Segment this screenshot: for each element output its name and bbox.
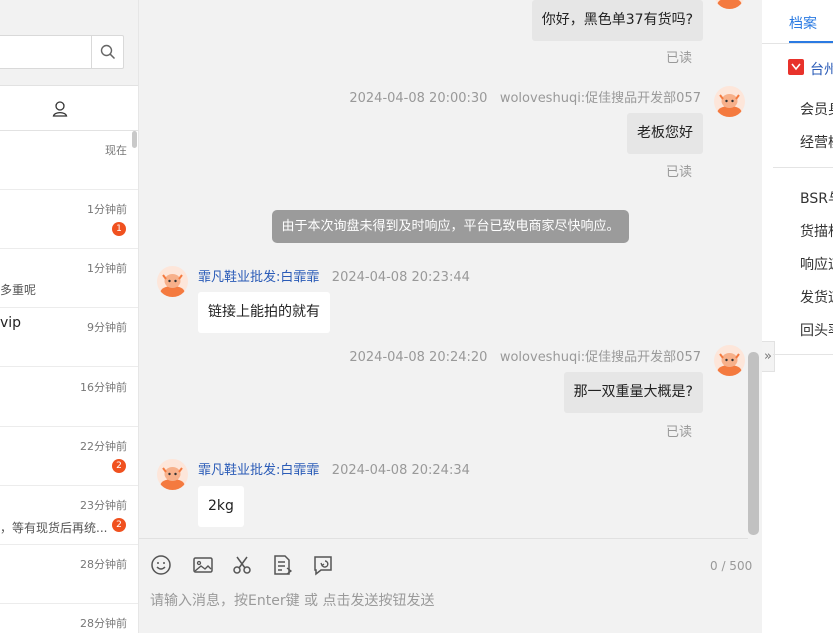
message-meta: 2024-04-08 20:00:30 woloveshuqi:促佳搜品开发部0… xyxy=(349,87,701,106)
avatar xyxy=(714,86,745,117)
conversation-search-area xyxy=(0,0,138,86)
avatar xyxy=(157,459,188,490)
collapse-panel-button[interactable]: » xyxy=(762,341,775,372)
unread-badge: 2 xyxy=(112,518,126,532)
message-time: 2024-04-08 20:24:20 xyxy=(349,350,488,365)
conversation-time: 22分钟前 xyxy=(80,440,127,453)
conversation-time: 现在 xyxy=(105,144,127,157)
search-input[interactable] xyxy=(0,36,91,68)
conversation-item[interactable]: 28分钟前 xyxy=(0,604,138,633)
message-bubble: 那一双重量大概是? xyxy=(563,372,703,413)
conversation-tabs xyxy=(0,86,138,131)
toolbar-divider xyxy=(139,538,748,539)
message-meta: 霏凡鞋业批发:白霏霏 2024-04-08 20:24:34 xyxy=(198,459,470,478)
read-status: 已读 xyxy=(665,165,692,180)
document-icon[interactable] xyxy=(270,553,294,577)
cow-avatar-icon xyxy=(160,274,185,297)
shop-name[interactable]: 台州 xyxy=(810,59,833,79)
search-box xyxy=(0,35,124,69)
message-sender: 霏凡鞋业批发:白霏霏 xyxy=(198,463,320,478)
contacts-icon[interactable] xyxy=(51,100,69,118)
cow-avatar-icon xyxy=(717,0,742,9)
info-label: 货描相 xyxy=(800,224,833,240)
conversation-item[interactable]: 28分钟前 xyxy=(0,545,138,604)
conversation-time: 1分钟前 xyxy=(87,203,127,216)
conversation-time: 16分钟前 xyxy=(80,381,127,394)
unread-badge: 2 xyxy=(112,459,126,473)
chat-window: 你好，黑色单37有货吗? 已读 2024-04-08 20:00:30 wolo… xyxy=(139,0,762,633)
read-status: 已读 xyxy=(665,51,692,66)
character-counter: 0 / 500 xyxy=(710,559,753,573)
info-label: 会员身 xyxy=(800,102,833,118)
unread-badge: 1 xyxy=(112,222,126,236)
conversation-list-panel: 现在 1分钟前 1 1分钟前 多重呢 vip 9分钟前 16分钟前 22分钟前 … xyxy=(0,0,139,633)
conversation-time: 28分钟前 xyxy=(80,558,127,571)
avatar xyxy=(714,0,745,9)
info-label: BSR与 xyxy=(800,191,833,207)
conversation-time: 28分钟前 xyxy=(80,617,127,630)
message-sender: 霏凡鞋业批发:白霏霏 xyxy=(198,270,320,285)
tab-divider xyxy=(762,43,833,44)
conversation-preview: 多重呢 xyxy=(0,283,37,297)
conversation-item[interactable]: 1分钟前 1 xyxy=(0,190,138,249)
avatar xyxy=(714,345,745,376)
message-sender: woloveshuqi:促佳搜品开发部057 xyxy=(499,91,701,106)
message-meta: 2024-04-08 20:24:20 woloveshuqi:促佳搜品开发部0… xyxy=(349,346,701,365)
search-button[interactable] xyxy=(91,36,123,68)
read-status: 已读 xyxy=(665,425,692,440)
message-bubble: 你好，黑色单37有货吗? xyxy=(531,0,703,41)
message-area: 你好，黑色单37有货吗? 已读 2024-04-08 20:00:30 wolo… xyxy=(139,0,762,540)
conversation-item[interactable]: 16分钟前 xyxy=(0,368,138,427)
conversation-item[interactable]: 23分钟前 ，等有现货后再统... 2 xyxy=(0,486,138,545)
message-bubble: 老板您好 xyxy=(627,113,703,154)
recall-message-icon[interactable] xyxy=(311,553,335,577)
message-time: 2024-04-08 20:23:44 xyxy=(331,270,470,285)
section-divider xyxy=(773,354,833,355)
system-notice: 由于本次询盘未得到及时响应，平台已致电商家尽快响应。 xyxy=(272,210,629,243)
message-bubble: 链接上能拍的就有 xyxy=(198,292,330,333)
shop-icon xyxy=(788,59,804,75)
emoji-icon[interactable] xyxy=(149,553,173,577)
conversation-item[interactable]: 现在 xyxy=(0,131,138,190)
info-label: 发货速 xyxy=(800,290,833,306)
tab-profile[interactable]: 档案 xyxy=(789,13,817,33)
scissors-icon[interactable] xyxy=(230,553,254,577)
double-chevron-right-icon: » xyxy=(764,349,772,364)
info-panel: » 档案 台州 会员身 经营模 BSR与 货描相 响应速 发货速 回头率 xyxy=(762,0,833,633)
conversation-preview: ，等有现货后再统... xyxy=(0,521,108,535)
message-time: 2024-04-08 20:00:30 xyxy=(349,91,488,106)
image-icon[interactable] xyxy=(191,553,215,577)
conversation-time: 23分钟前 xyxy=(80,499,127,512)
info-label: 回头率 xyxy=(800,323,833,339)
conversation-time: 1分钟前 xyxy=(87,262,127,275)
message-time: 2024-04-08 20:24:34 xyxy=(331,463,470,478)
chat-scrollbar[interactable] xyxy=(748,352,759,535)
message-sender: woloveshuqi:促佳搜品开发部057 xyxy=(499,350,701,365)
cow-avatar-icon xyxy=(717,94,742,117)
section-divider xyxy=(773,167,833,168)
conversation-item[interactable]: 22分钟前 2 xyxy=(0,427,138,486)
conversation-name: vip xyxy=(0,315,22,331)
conversation-time: 9分钟前 xyxy=(87,321,127,334)
cow-avatar-icon xyxy=(717,353,742,376)
info-label: 响应速 xyxy=(800,257,833,273)
cow-avatar-icon xyxy=(160,467,185,490)
message-input[interactable] xyxy=(150,590,740,612)
info-label: 经营模 xyxy=(800,135,833,151)
avatar xyxy=(157,266,188,297)
message-bubble: 2kg xyxy=(198,486,244,527)
conversation-item[interactable]: vip 9分钟前 xyxy=(0,308,138,367)
conversation-item[interactable]: 1分钟前 多重呢 xyxy=(0,249,138,308)
search-icon xyxy=(100,44,115,60)
message-meta: 霏凡鞋业批发:白霏霏 2024-04-08 20:23:44 xyxy=(198,266,470,285)
